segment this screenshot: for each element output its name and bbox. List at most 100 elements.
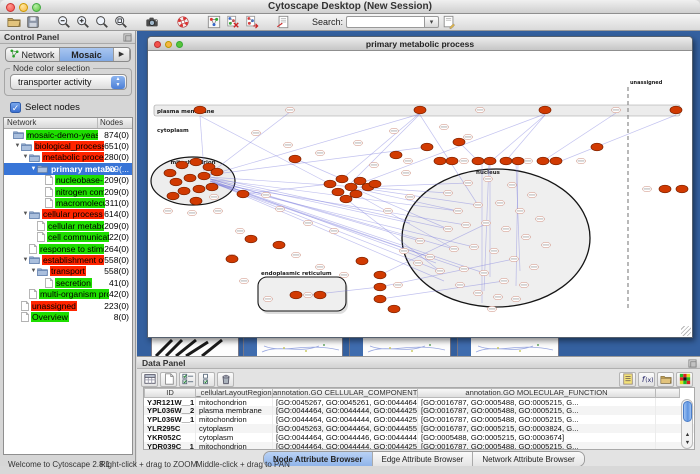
network-canvas[interactable]: plasma membranecytoplasmmitochondrionnuc… bbox=[148, 51, 692, 337]
select-nodes-checkbox[interactable]: ✓ bbox=[10, 102, 21, 113]
network-node-selected-color[interactable] bbox=[324, 180, 336, 188]
close-button[interactable] bbox=[6, 3, 15, 12]
network-node-selected-color[interactable] bbox=[670, 106, 682, 114]
network-zoom-button[interactable] bbox=[176, 41, 183, 48]
scrollbar-thumb[interactable] bbox=[683, 401, 692, 422]
tree-row-cellular-metabol[interactable]: cellular metabol209(0) bbox=[4, 220, 132, 231]
network-node-selected-color[interactable] bbox=[414, 106, 426, 114]
tree-row-unassigned[interactable]: unassigned223(0) bbox=[4, 300, 132, 311]
column-header-2[interactable]: annotation.GO CELLULAR_COMPONENT bbox=[273, 388, 418, 398]
background-window-fragment[interactable] bbox=[457, 337, 559, 356]
network-node-selected-color[interactable] bbox=[453, 138, 465, 146]
tree-row-overview[interactable]: Overview8(0) bbox=[4, 311, 132, 322]
delete-attribute-icon[interactable] bbox=[217, 372, 234, 387]
search-input[interactable] bbox=[346, 16, 424, 28]
network-node-selected-color[interactable] bbox=[550, 157, 562, 165]
network-node-selected-color[interactable] bbox=[194, 106, 206, 114]
network-node-selected-color[interactable] bbox=[539, 106, 551, 114]
new-attribute-icon[interactable] bbox=[160, 372, 177, 387]
network-node-selected-color[interactable] bbox=[273, 241, 285, 249]
save-icon[interactable] bbox=[25, 14, 41, 30]
network-node-selected-color[interactable] bbox=[374, 283, 386, 291]
tree-row-multi-organism-pro[interactable]: multi-organism pro42(0) bbox=[4, 288, 132, 299]
network-overview-icon[interactable] bbox=[206, 14, 222, 30]
network-node-selected-color[interactable] bbox=[340, 195, 352, 203]
attribute-list-icon[interactable] bbox=[619, 372, 636, 387]
network-node-selected-color[interactable] bbox=[659, 185, 671, 193]
expand-triangle-icon[interactable]: ▼ bbox=[30, 166, 37, 172]
network-node-selected-color[interactable] bbox=[676, 185, 688, 193]
expand-triangle-icon[interactable]: ▼ bbox=[30, 268, 37, 274]
attribute-table-icon[interactable] bbox=[141, 372, 158, 387]
more-tabs-button[interactable]: ▶ bbox=[114, 48, 130, 61]
background-window-fragment[interactable] bbox=[151, 337, 239, 356]
table-scrollbar[interactable]: ▲▼ bbox=[681, 399, 693, 449]
network-edge[interactable] bbox=[210, 114, 420, 175]
tree-row-nucleobase-[interactable]: nucleobase-209(0) bbox=[4, 175, 132, 186]
tree-row-transport[interactable]: ▼transport558(0) bbox=[4, 266, 132, 277]
tree-row-macromolecule[interactable]: macromolecule311(0) bbox=[4, 197, 132, 208]
network-node-selected-color[interactable] bbox=[356, 257, 368, 265]
network-edge[interactable] bbox=[296, 159, 342, 179]
network-close-button[interactable] bbox=[154, 41, 161, 48]
network-node-selected-color[interactable] bbox=[374, 271, 386, 279]
network-node-selected-color[interactable] bbox=[190, 158, 202, 166]
tab-network[interactable]: Network bbox=[6, 48, 60, 61]
network-node-selected-color[interactable] bbox=[332, 188, 344, 196]
float-panel-icon[interactable] bbox=[123, 33, 132, 42]
expand-triangle-icon[interactable]: ▼ bbox=[22, 211, 29, 217]
search-config-icon[interactable] bbox=[441, 14, 457, 30]
tree-row-establishment-of-lo[interactable]: ▼establishment of lo558(0) bbox=[4, 254, 132, 265]
tree-row-cellular-process[interactable]: ▼cellular process614(0) bbox=[4, 209, 132, 220]
network-node-selected-color[interactable] bbox=[390, 151, 402, 159]
zoom-fit-icon[interactable] bbox=[113, 14, 129, 30]
network-node-selected-color[interactable] bbox=[388, 305, 400, 313]
tree-column-nodes[interactable]: Nodes bbox=[98, 118, 132, 128]
background-window-fragment[interactable] bbox=[243, 337, 343, 356]
network-node-selected-color[interactable] bbox=[434, 157, 446, 165]
hide-selected-nodes-icon[interactable] bbox=[225, 14, 241, 30]
help-lifebuoy-icon[interactable] bbox=[175, 14, 191, 30]
import-table-icon[interactable] bbox=[657, 372, 674, 387]
tab-mosaic[interactable]: Mosaic bbox=[60, 48, 114, 61]
column-header-3[interactable]: annotation.GO MOLECULAR_FUNCTION bbox=[418, 388, 656, 398]
network-node-selected-color[interactable] bbox=[237, 190, 249, 198]
network-node-selected-color[interactable] bbox=[500, 157, 512, 165]
expand-triangle-icon[interactable]: ▼ bbox=[14, 143, 21, 149]
node-color-dropdown[interactable]: transporter activity ▲▼ bbox=[10, 74, 127, 90]
network-edge[interactable] bbox=[342, 113, 420, 179]
network-node-selected-color[interactable] bbox=[290, 291, 302, 299]
tree-row-biological-process[interactable]: ▼biological_process651(0) bbox=[4, 140, 132, 151]
network-node-selected-color[interactable] bbox=[164, 169, 176, 177]
table-row[interactable]: YDR039C__1mitochondrion[GO:0044464, GO:0… bbox=[144, 442, 694, 450]
network-node-selected-color[interactable] bbox=[591, 143, 603, 151]
table-row[interactable]: YKR052Ccytoplasm[GO:0044464, GO:0044446,… bbox=[144, 433, 694, 442]
network-node-selected-color[interactable] bbox=[226, 255, 238, 263]
column-header-id[interactable]: ID bbox=[144, 388, 196, 398]
network-node-selected-color[interactable] bbox=[446, 157, 458, 165]
zoom-button[interactable] bbox=[32, 3, 41, 12]
network-node-selected-color[interactable] bbox=[472, 157, 484, 165]
network-node-selected-color[interactable] bbox=[184, 174, 196, 182]
tree-row-nitrogen-compo[interactable]: nitrogen compo209(0) bbox=[4, 186, 132, 197]
network-node-selected-color[interactable] bbox=[245, 235, 257, 243]
network-node-selected-color[interactable] bbox=[178, 187, 190, 195]
table-row[interactable]: YPL036W__2plasma membrane[GO:0044464, GO… bbox=[144, 406, 694, 415]
network-edge[interactable] bbox=[504, 115, 545, 163]
network-node-selected-color[interactable] bbox=[421, 143, 433, 151]
zoom-selected-icon[interactable] bbox=[94, 14, 110, 30]
annotation-icon[interactable] bbox=[275, 14, 291, 30]
network-node-selected-color[interactable] bbox=[206, 183, 218, 191]
tree-row-metabolic-process[interactable]: ▼metabolic process280(0) bbox=[4, 152, 132, 163]
network-node-selected-color[interactable] bbox=[537, 157, 549, 165]
column-header-1[interactable]: _cellularLayoutRegion bbox=[196, 388, 273, 398]
tab-edge-attribute-browser[interactable]: Edge Attribute Browser bbox=[373, 452, 474, 466]
tree-row-primary-metabo[interactable]: ▼primary metabo209(... bbox=[4, 163, 132, 174]
open-folder-icon[interactable] bbox=[6, 14, 22, 30]
network-node-selected-color[interactable] bbox=[350, 190, 362, 198]
network-edge[interactable] bbox=[556, 115, 676, 163]
table-row[interactable]: YPL036W__1mitochondrion[GO:0044464, GO:0… bbox=[144, 415, 694, 424]
tree-row-mosaic-demo-yeast[interactable]: mosaic-demo-yeast874(0) bbox=[4, 129, 132, 140]
network-node-selected-color[interactable] bbox=[170, 178, 182, 186]
table-row[interactable]: YJR121W__1mitochondrion[GO:0045267, GO:0… bbox=[144, 398, 694, 407]
